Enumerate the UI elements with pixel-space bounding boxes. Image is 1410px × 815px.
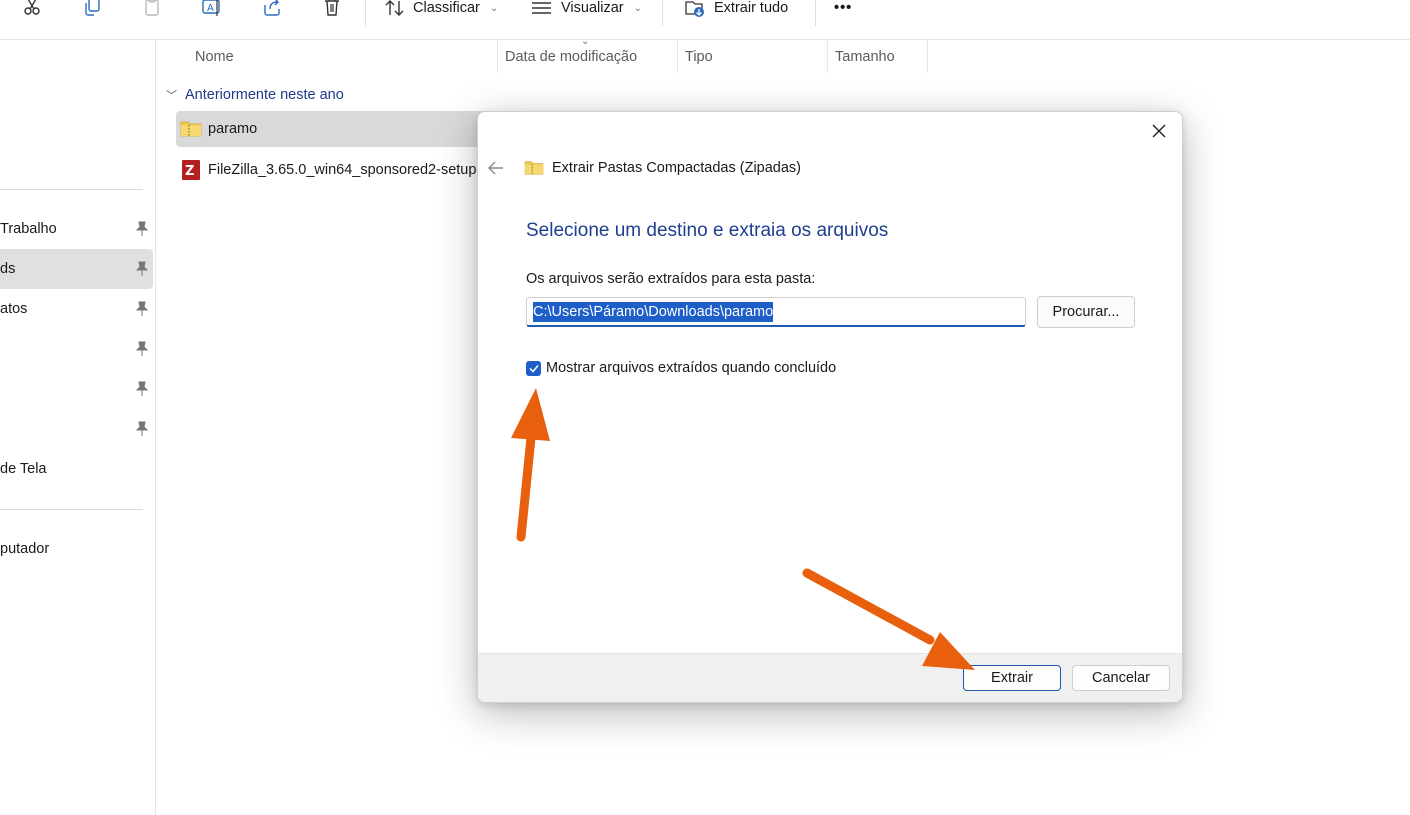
pin-icon	[135, 421, 149, 436]
column-separator[interactable]	[927, 40, 928, 73]
show-files-checkbox-row[interactable]: Mostrar arquivos extraídos quando conclu…	[526, 360, 836, 376]
more-options-button[interactable]: •••	[834, 0, 852, 19]
sidebar-item-documentos[interactable]: atos	[0, 289, 153, 329]
cut-icon[interactable]	[20, 0, 44, 18]
extract-all-label: Extrair tudo	[714, 0, 789, 16]
dialog-heading: Selecione um destino e extraia os arquiv…	[526, 220, 889, 241]
destination-path-input[interactable]: C:\Users\Páramo\Downloads\paramo	[526, 297, 1026, 327]
pin-icon	[135, 341, 149, 356]
chevron-down-icon: ⌄	[633, 2, 642, 14]
pin-icon	[135, 221, 149, 236]
destination-label: Os arquivos serão extraídos para esta pa…	[526, 271, 816, 287]
column-separator[interactable]	[677, 40, 678, 73]
extract-dialog: Extrair Pastas Compactadas (Zipadas) Sel…	[477, 111, 1183, 703]
destination-path-value: C:\Users\Páramo\Downloads\paramo	[533, 301, 774, 322]
rename-icon[interactable]: A	[200, 0, 224, 18]
column-header-label: Data de modificação	[505, 48, 638, 65]
sidebar-item-label: de Tela	[0, 461, 47, 477]
paste-icon[interactable]	[140, 0, 164, 18]
sidebar-item-pinned-6[interactable]	[0, 409, 153, 449]
view-icon	[532, 2, 551, 14]
filezilla-icon: Z	[182, 160, 200, 180]
file-name: paramo	[208, 121, 258, 137]
view-label: Visualizar	[561, 0, 624, 16]
sort-icon	[385, 0, 404, 16]
sort-label: Classificar	[413, 0, 480, 16]
group-header-label: Anteriormente neste ano	[185, 87, 344, 103]
toolbar-divider	[662, 0, 663, 26]
pin-icon	[135, 261, 149, 276]
checkmark-icon	[528, 364, 539, 373]
column-header-type[interactable]: Tipo	[685, 40, 713, 73]
sidebar-divider	[0, 509, 143, 510]
back-arrow-icon	[488, 161, 503, 175]
column-header-label: Tipo	[685, 48, 713, 65]
column-header-modified[interactable]: Data de modificação	[505, 40, 637, 73]
sidebar-item-este-computador[interactable]: putador	[0, 529, 153, 569]
pin-icon	[135, 381, 149, 396]
close-icon	[1152, 124, 1166, 138]
sidebar-item-pinned-5[interactable]	[0, 369, 153, 409]
browse-button[interactable]: Procurar...	[1037, 296, 1135, 328]
svg-text:A: A	[207, 3, 214, 14]
group-header[interactable]: ﹀ Anteriormente neste ano	[166, 84, 344, 106]
file-row[interactable]: Z FileZilla_3.65.0_win64_sponsored2-setu…	[176, 152, 496, 188]
dialog-footer: Extrair Cancelar	[478, 653, 1182, 702]
svg-text:Z: Z	[185, 164, 194, 179]
chevron-down-icon: ﹀	[166, 90, 177, 102]
sort-indicator-icon: ⌄	[581, 36, 590, 47]
sidebar-item-label: Trabalho	[0, 221, 57, 237]
view-button[interactable]: Visualizar ⌄	[531, 0, 642, 19]
column-header-label: Nome	[195, 48, 234, 65]
close-button[interactable]	[1148, 120, 1170, 142]
sidebar-item-pinned-4[interactable]	[0, 329, 153, 369]
copy-icon[interactable]	[80, 0, 104, 18]
back-button[interactable]	[486, 159, 506, 177]
sidebar-item-downloads[interactable]: ds	[0, 249, 153, 289]
column-header-label: Tamanho	[835, 48, 895, 65]
dialog-title-label: Extrair Pastas Compactadas (Zipadas)	[552, 160, 802, 176]
zip-folder-icon	[180, 121, 202, 137]
extract-button[interactable]: Extrair	[963, 665, 1061, 691]
column-header-name[interactable]: Nome	[195, 40, 234, 73]
sort-button[interactable]: Classificar ⌄	[385, 0, 498, 19]
dialog-title: Extrair Pastas Compactadas (Zipadas)	[524, 157, 801, 179]
file-name: FileZilla_3.65.0_win64_sponsored2-setup	[208, 162, 477, 178]
column-separator[interactable]	[827, 40, 828, 73]
sidebar-divider	[0, 189, 143, 190]
extract-all-icon	[685, 1, 704, 17]
pin-icon	[135, 301, 149, 316]
sidebar-item-capturas-de-tela[interactable]: de Tela	[0, 449, 153, 489]
zip-folder-icon	[524, 161, 544, 175]
sidebar-item-label: atos	[0, 301, 28, 317]
column-header-size[interactable]: Tamanho	[835, 40, 895, 73]
more-icon: •••	[834, 0, 853, 16]
show-files-checkbox[interactable]	[526, 360, 541, 376]
delete-icon[interactable]	[320, 0, 344, 18]
share-icon[interactable]	[260, 0, 284, 18]
chevron-down-icon: ⌄	[489, 2, 499, 14]
cancel-button[interactable]: Cancelar	[1072, 665, 1170, 691]
toolbar-divider	[365, 0, 366, 26]
extract-all-button[interactable]: Extrair tudo	[684, 0, 788, 19]
navigation-pane: Trabalho ds atos de Tela putador	[0, 40, 156, 815]
show-files-checkbox-label: Mostrar arquivos extraídos quando conclu…	[546, 360, 837, 376]
sidebar-item-trabalho[interactable]: Trabalho	[0, 209, 153, 249]
column-separator[interactable]	[497, 40, 498, 73]
sidebar-item-label: putador	[0, 541, 50, 557]
sidebar-item-label: ds	[0, 261, 16, 277]
command-bar: A Classificar ⌄ Visualizar ⌄ Extrair tud…	[0, 0, 1410, 40]
file-row[interactable]: paramo	[176, 111, 496, 147]
toolbar-divider	[815, 0, 816, 26]
